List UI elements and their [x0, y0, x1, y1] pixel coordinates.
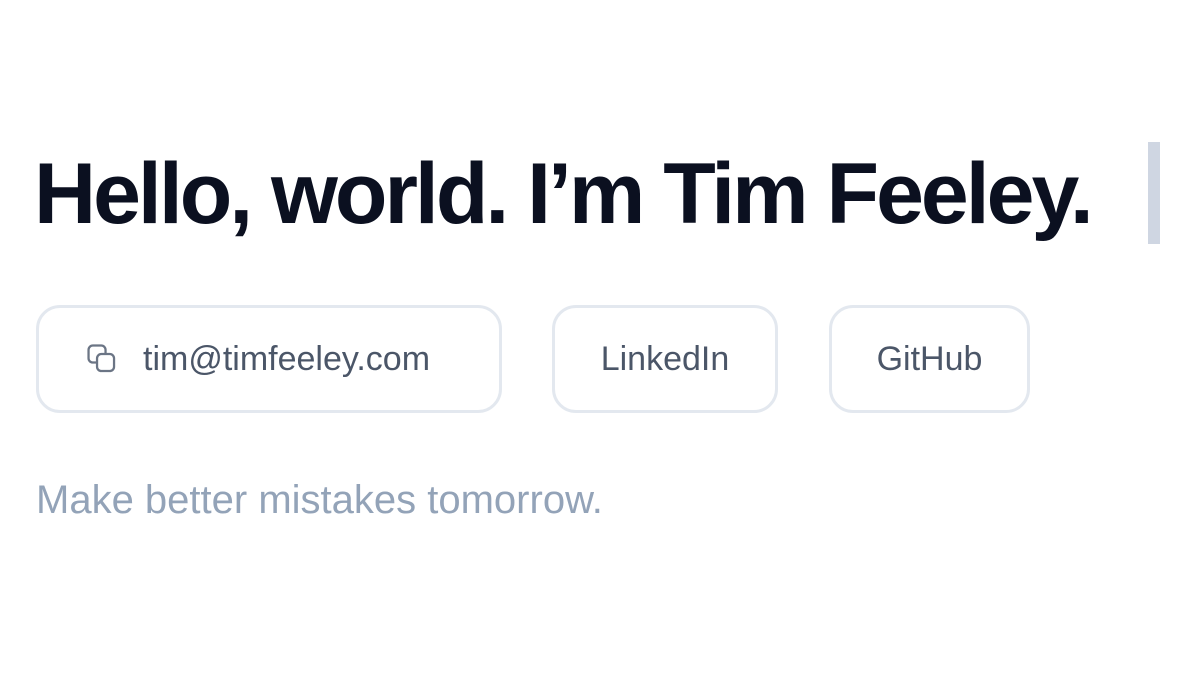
github-label: GitHub — [876, 339, 983, 378]
linkedin-link[interactable]: LinkedIn — [552, 305, 778, 413]
email-label: tim@timfeeley.com — [143, 339, 431, 378]
text-cursor — [1148, 142, 1160, 244]
linkedin-label: LinkedIn — [600, 339, 730, 378]
github-link[interactable]: GitHub — [829, 305, 1030, 413]
copy-email-button[interactable]: tim@timfeeley.com — [36, 305, 502, 413]
headline-text: Hello, world. I’m Tim Feeley. — [34, 146, 1094, 242]
tagline: Make better mistakes tomorrow. — [36, 478, 603, 522]
headline: Hello, world. I’m Tim Feeley. — [34, 140, 1094, 248]
copy-icon — [85, 342, 119, 376]
